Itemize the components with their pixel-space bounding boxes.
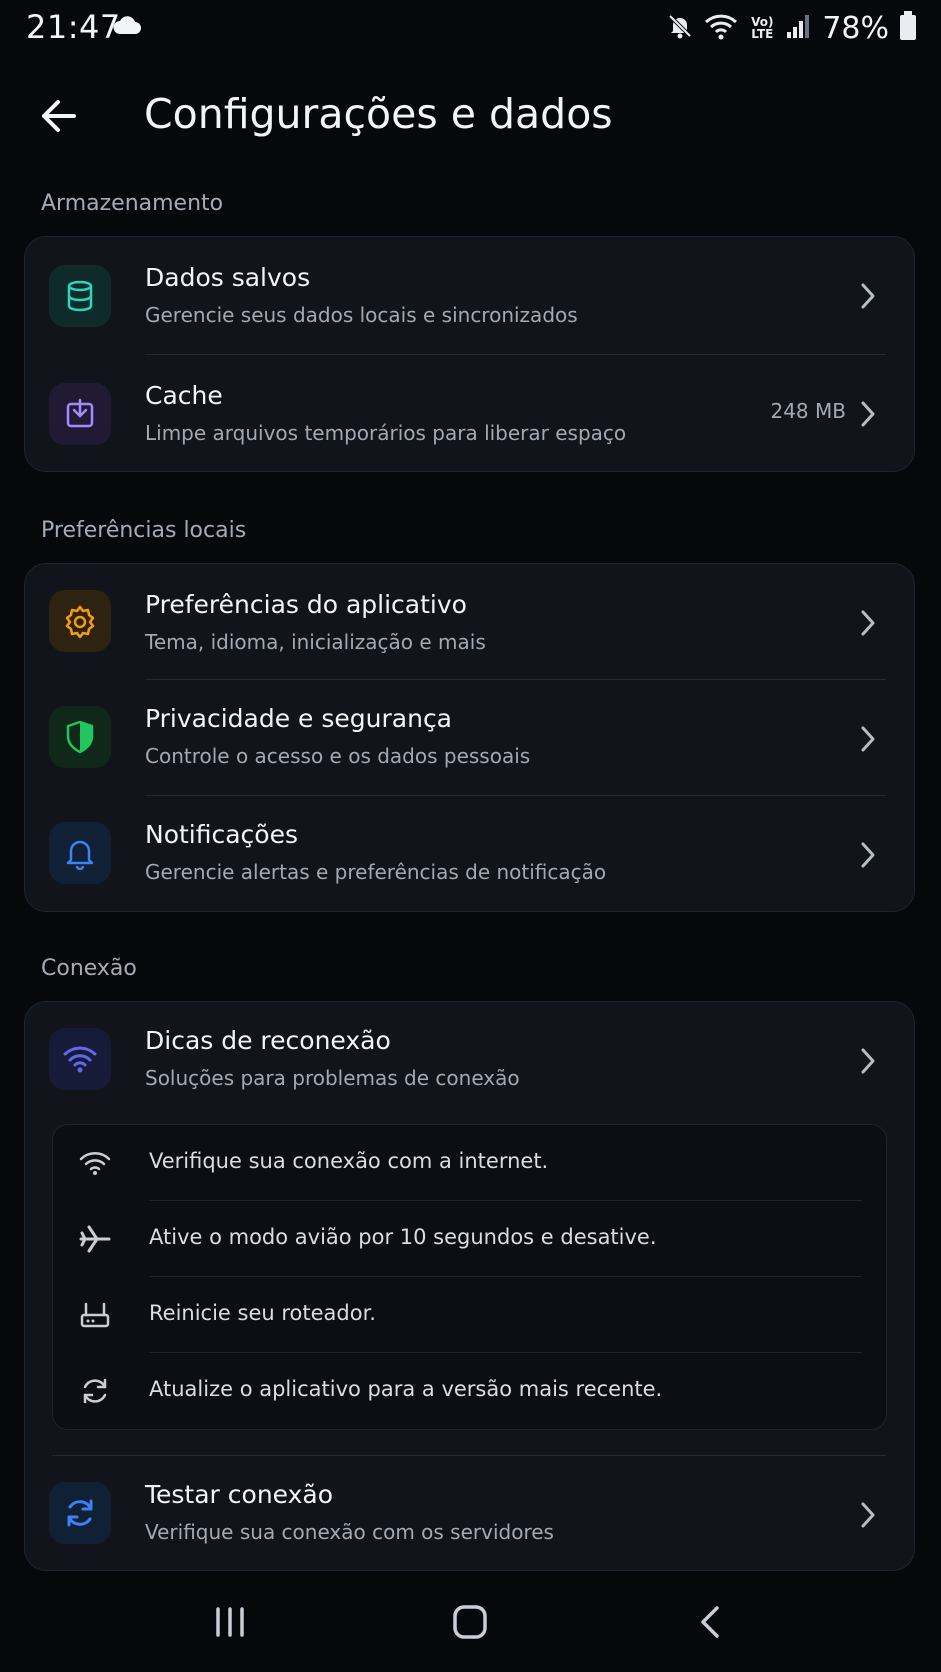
row-subtitle: Verifique sua conexão com os servidores	[145, 1520, 554, 1544]
router-icon	[77, 1297, 113, 1333]
tip-text: Atualize o aplicativo para a versão mais…	[149, 1377, 663, 1401]
cloud-icon	[112, 14, 142, 40]
row-subtitle: Limpe arquivos temporários para liberar …	[145, 421, 627, 445]
tip-text: Ative o modo avião por 10 segundos e des…	[149, 1225, 657, 1249]
row-subtitle: Soluções para problemas de conexão	[145, 1066, 520, 1090]
tip-text: Verifique sua conexão com a internet.	[149, 1149, 549, 1173]
row-title: Preferências do aplicativo	[145, 590, 467, 619]
row-subtitle: Controle o acesso e os dados pessoais	[145, 744, 531, 768]
row-title: Dicas de reconexão	[145, 1026, 391, 1055]
tip-text: Reinicie seu roteador.	[149, 1301, 376, 1325]
gear-icon	[49, 590, 111, 652]
chevron-right-icon	[856, 1499, 880, 1531]
wifi-icon	[49, 1028, 111, 1090]
wifi-status-icon	[704, 12, 738, 44]
status-bar: 21:47 Vo) LTE 78%	[0, 0, 941, 56]
download-box-icon	[49, 383, 111, 445]
app-header: Configurações e dados	[0, 70, 941, 160]
signal-icon	[786, 13, 812, 43]
sync-icon	[49, 1482, 111, 1544]
local-prefs-card: Preferências do aplicativo Tema, idioma,…	[24, 563, 915, 912]
row-title: Privacidade e segurança	[145, 704, 453, 733]
system-back-button[interactable]	[680, 1598, 740, 1646]
refresh-icon	[77, 1373, 113, 1409]
wifi-icon	[77, 1145, 113, 1181]
status-icons: Vo) LTE 78%	[666, 8, 917, 48]
row-cache[interactable]: Cache Limpe arquivos temporários para li…	[25, 355, 916, 473]
tip-item: Atualize o aplicativo para a versão mais…	[53, 1353, 888, 1429]
home-button[interactable]	[440, 1598, 500, 1646]
recent-apps-icon	[216, 1607, 244, 1637]
row-app-preferences[interactable]: Preferências do aplicativo Tema, idioma,…	[25, 564, 916, 680]
row-saved-data[interactable]: Dados salvos Gerencie seus dados locais …	[25, 237, 916, 355]
chevron-right-icon	[856, 723, 880, 755]
row-privacy-security[interactable]: Privacidade e segurança Controle o acess…	[25, 680, 916, 796]
section-label-storage: Armazenamento	[41, 191, 224, 216]
recent-apps-button[interactable]	[200, 1598, 260, 1646]
section-label-local-prefs: Preferências locais	[41, 518, 247, 543]
battery-icon	[899, 11, 917, 45]
back-button[interactable]	[34, 92, 82, 140]
row-test-connection[interactable]: Testar conexão Verifique sua conexão com…	[25, 1456, 916, 1572]
tip-item: Reinicie seu roteador.	[53, 1277, 888, 1353]
row-reconnect-tips[interactable]: Dicas de reconexão Soluções para problem…	[25, 1002, 916, 1120]
row-title: Notificações	[145, 820, 299, 849]
bell-icon	[49, 822, 111, 884]
battery-percent: 78%	[822, 10, 889, 46]
arrow-left-icon	[42, 100, 76, 132]
row-subtitle: Tema, idioma, inicialização e mais	[145, 630, 486, 654]
airplane-icon	[77, 1221, 113, 1257]
tip-item: Ative o modo avião por 10 segundos e des…	[53, 1201, 888, 1277]
system-nav-bar	[0, 1572, 941, 1672]
database-icon	[49, 265, 111, 327]
section-label-connection: Conexão	[41, 956, 137, 981]
reconnect-tips-list: Verifique sua conexão com a internet. At…	[52, 1124, 887, 1430]
chevron-right-icon	[856, 280, 880, 312]
chevron-right-icon	[856, 839, 880, 871]
home-icon	[453, 1605, 487, 1639]
chevron-left-icon	[701, 1606, 719, 1638]
chevron-right-icon	[856, 398, 880, 430]
storage-card: Dados salvos Gerencie seus dados locais …	[24, 236, 915, 472]
row-subtitle: Gerencie alertas e preferências de notif…	[145, 860, 607, 884]
cache-size: 248 MB	[770, 399, 846, 423]
chevron-right-icon	[856, 607, 880, 639]
chevron-right-icon	[856, 1045, 880, 1077]
status-time: 21:47	[26, 8, 121, 46]
row-title: Dados salvos	[145, 263, 311, 292]
volte-label: Vo) LTE	[751, 15, 774, 41]
row-title: Testar conexão	[145, 1480, 334, 1509]
connection-card: Dicas de reconexão Soluções para problem…	[24, 1001, 915, 1571]
tip-item: Verifique sua conexão com a internet.	[53, 1125, 888, 1201]
row-title: Cache	[145, 381, 223, 410]
page-title: Configurações e dados	[144, 90, 613, 138]
mute-icon	[666, 12, 694, 44]
row-subtitle: Gerencie seus dados locais e sincronizad…	[145, 303, 578, 327]
row-notifications[interactable]: Notificações Gerencie alertas e preferên…	[25, 796, 916, 912]
shield-icon	[49, 706, 111, 768]
